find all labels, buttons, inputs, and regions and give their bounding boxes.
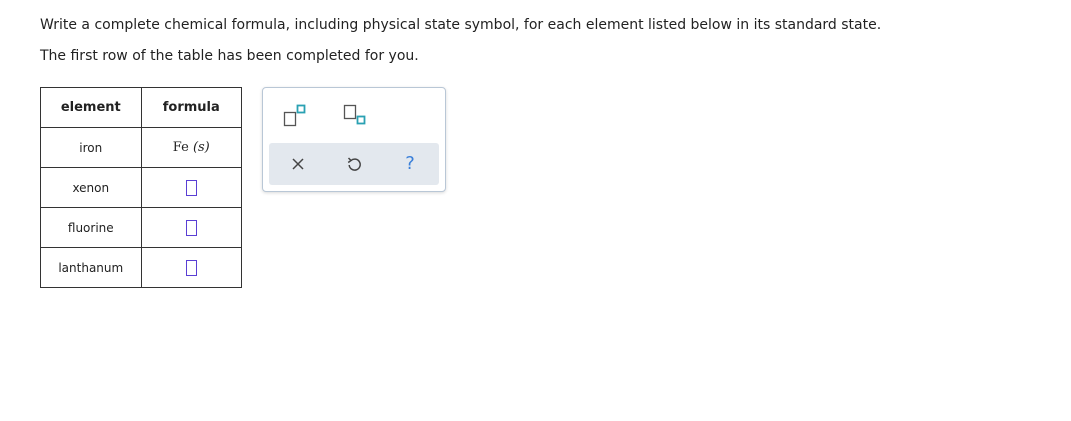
element-name: fluorine: [40, 207, 142, 248]
element-formula-table: element formula iron Fe (s) xenon fluori…: [40, 87, 243, 288]
formula-cell: [140, 167, 243, 208]
table-row: iron Fe (s): [40, 127, 243, 168]
undo-icon: [347, 157, 361, 171]
superscript-button[interactable]: [283, 103, 307, 127]
formula-value: Fe (s): [173, 140, 210, 155]
palette-action-bar: ?: [269, 143, 439, 185]
help-icon: ?: [405, 153, 415, 174]
clear-icon: [292, 158, 304, 170]
clear-button[interactable]: [289, 155, 307, 173]
formula-column-header: formula: [140, 87, 243, 128]
fluorine-formula-input[interactable]: [185, 219, 197, 236]
formula-symbol: Fe: [172, 140, 189, 155]
table-row: lanthanum: [40, 247, 243, 288]
undo-button[interactable]: [345, 155, 363, 173]
subscript-icon: [343, 104, 366, 125]
formula-cell: Fe (s): [140, 127, 243, 168]
instructions-line-2: The first row of the table has been comp…: [40, 48, 419, 64]
element-name: xenon: [40, 167, 142, 208]
instructions-line-1: Write a complete chemical formula, inclu…: [40, 17, 882, 33]
element-name: iron: [40, 127, 142, 168]
subscript-button[interactable]: [343, 103, 367, 127]
formula-cell: [140, 207, 243, 248]
lanthanum-formula-input[interactable]: [185, 259, 197, 276]
table-header-row: element formula: [40, 87, 243, 128]
element-column-header: element: [40, 87, 142, 128]
formula-cell: [140, 247, 243, 288]
help-button[interactable]: ?: [401, 153, 419, 175]
element-name: lanthanum: [40, 247, 142, 288]
table-row: xenon: [40, 167, 243, 208]
superscript-icon: [283, 104, 306, 127]
table-row: fluorine: [40, 207, 243, 248]
formula-state: (s): [192, 140, 210, 155]
xenon-formula-input[interactable]: [185, 179, 197, 196]
formula-palette: ?: [262, 87, 446, 192]
